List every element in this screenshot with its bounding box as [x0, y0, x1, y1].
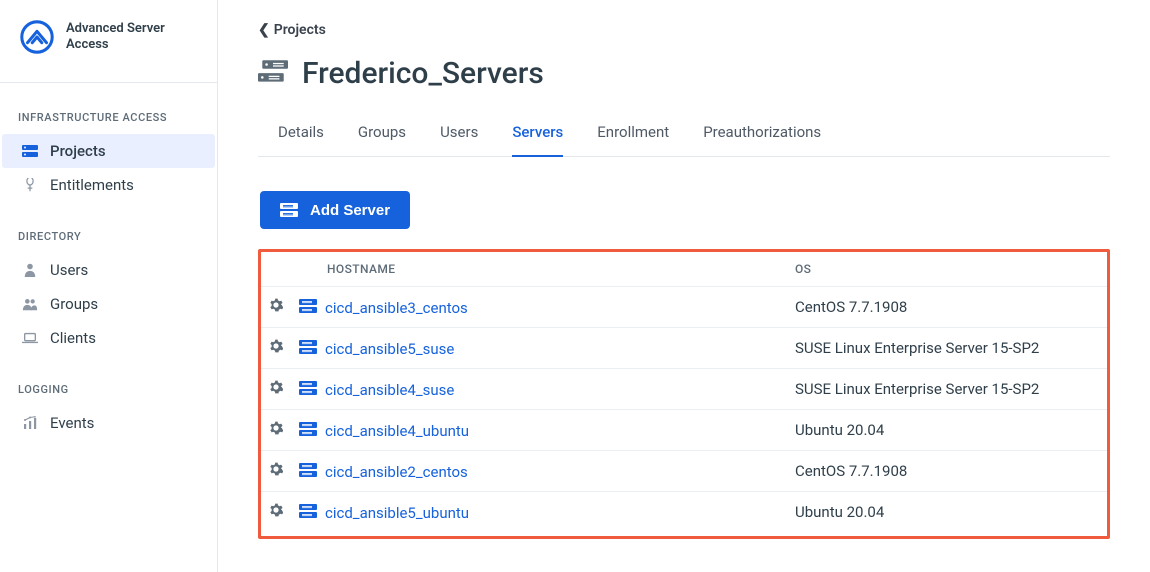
product-name: Advanced Server Access — [66, 21, 199, 52]
sidebar-item-groups[interactable]: Groups — [2, 287, 215, 321]
server-hostname-link[interactable]: cicd_ansible5_suse — [325, 340, 454, 358]
column-hostname: HOSTNAME — [291, 252, 787, 287]
servers-icon — [258, 59, 288, 89]
server-os: SUSE Linux Enterprise Server 15-SP2 — [787, 328, 1107, 369]
sidebar-item-label: Users — [50, 261, 88, 279]
user-icon — [20, 263, 40, 277]
entitlement-icon — [20, 178, 40, 192]
server-icon — [299, 338, 317, 356]
server-icon — [299, 502, 317, 520]
sidebar-section-directory: DIRECTORY — [0, 202, 217, 253]
breadcrumb-label: Projects — [274, 22, 326, 38]
tab-enrollment[interactable]: Enrollment — [597, 115, 669, 157]
server-hostname-link[interactable]: cicd_ansible2_centos — [325, 463, 468, 481]
sidebar-item-label: Projects — [50, 142, 106, 160]
users-icon — [20, 296, 40, 312]
servers-table: HOSTNAME OS cicd_ansible3_centos CentOS 7… — [261, 252, 1107, 532]
sidebar-item-label: Groups — [50, 295, 98, 313]
column-os: OS — [787, 252, 1107, 287]
sidebar-section-logging: LOGGING — [0, 355, 217, 406]
table-row: cicd_ansible4_suse SUSE Linux Enterprise … — [261, 369, 1107, 410]
gear-icon[interactable] — [269, 380, 283, 394]
gear-icon[interactable] — [269, 339, 283, 353]
table-row: cicd_ansible3_centos CentOS 7.7.1908 — [261, 287, 1107, 328]
sidebar: Advanced Server Access INFRASTRUCTURE AC… — [0, 0, 218, 572]
sidebar-item-label: Entitlements — [50, 176, 134, 194]
chart-icon — [20, 415, 40, 431]
tab-preauthorizations[interactable]: Preauthorizations — [703, 115, 821, 157]
brand-logo-icon — [18, 18, 56, 56]
server-icon — [280, 201, 298, 219]
sidebar-item-clients[interactable]: Clients — [2, 321, 215, 355]
server-os: CentOS 7.7.1908 — [787, 451, 1107, 492]
server-icon — [299, 461, 317, 479]
chevron-left-icon: ❮ — [258, 22, 270, 38]
gear-icon[interactable] — [269, 462, 283, 476]
server-icon — [299, 420, 317, 438]
table-row: cicd_ansible2_centos CentOS 7.7.1908 — [261, 451, 1107, 492]
main-content: ❮ Projects Frederico_Servers Details Gro… — [218, 0, 1150, 572]
servers-icon — [20, 143, 40, 159]
gear-icon[interactable] — [269, 298, 283, 312]
gear-icon[interactable] — [269, 421, 283, 435]
sidebar-section-infrastructure: INFRASTRUCTURE ACCESS — [0, 83, 217, 134]
server-icon — [299, 379, 317, 397]
tab-users[interactable]: Users — [440, 115, 478, 157]
table-row: cicd_ansible4_ubuntu Ubuntu 20.04 — [261, 410, 1107, 451]
page-title-row: Frederico_Servers — [258, 56, 1110, 91]
laptop-icon — [20, 330, 40, 346]
server-hostname-link[interactable]: cicd_ansible3_centos — [325, 299, 468, 317]
sidebar-item-label: Events — [50, 414, 94, 432]
tab-content-servers: Add Server HOSTNAME OS cicd_ansible3_cen… — [258, 157, 1110, 539]
sidebar-item-projects[interactable]: Projects — [2, 134, 215, 168]
server-hostname-link[interactable]: cicd_ansible5_ubuntu — [325, 504, 469, 522]
sidebar-item-entitlements[interactable]: Entitlements — [2, 168, 215, 202]
server-os: Ubuntu 20.04 — [787, 492, 1107, 533]
server-os: Ubuntu 20.04 — [787, 410, 1107, 451]
sidebar-item-users[interactable]: Users — [2, 253, 215, 287]
server-hostname-link[interactable]: cicd_ansible4_suse — [325, 381, 454, 399]
table-row: cicd_ansible5_ubuntu Ubuntu 20.04 — [261, 492, 1107, 533]
tab-groups[interactable]: Groups — [358, 115, 406, 157]
server-hostname-link[interactable]: cicd_ansible4_ubuntu — [325, 422, 469, 440]
tabs: Details Groups Users Servers Enrollment … — [258, 115, 1110, 157]
breadcrumb-back[interactable]: ❮ Projects — [258, 22, 1110, 38]
add-server-label: Add Server — [310, 202, 390, 219]
sidebar-header: Advanced Server Access — [0, 10, 217, 83]
gear-icon[interactable] — [269, 503, 283, 517]
server-os: SUSE Linux Enterprise Server 15-SP2 — [787, 369, 1107, 410]
server-icon — [299, 297, 317, 315]
page-title: Frederico_Servers — [302, 56, 544, 91]
add-server-button[interactable]: Add Server — [260, 191, 410, 229]
sidebar-item-label: Clients — [50, 329, 96, 347]
sidebar-item-events[interactable]: Events — [2, 406, 215, 440]
servers-table-highlight: HOSTNAME OS cicd_ansible3_centos CentOS 7… — [258, 249, 1110, 539]
tab-details[interactable]: Details — [278, 115, 324, 157]
tab-servers[interactable]: Servers — [512, 115, 563, 157]
server-os: CentOS 7.7.1908 — [787, 287, 1107, 328]
table-row: cicd_ansible5_suse SUSE Linux Enterprise … — [261, 328, 1107, 369]
